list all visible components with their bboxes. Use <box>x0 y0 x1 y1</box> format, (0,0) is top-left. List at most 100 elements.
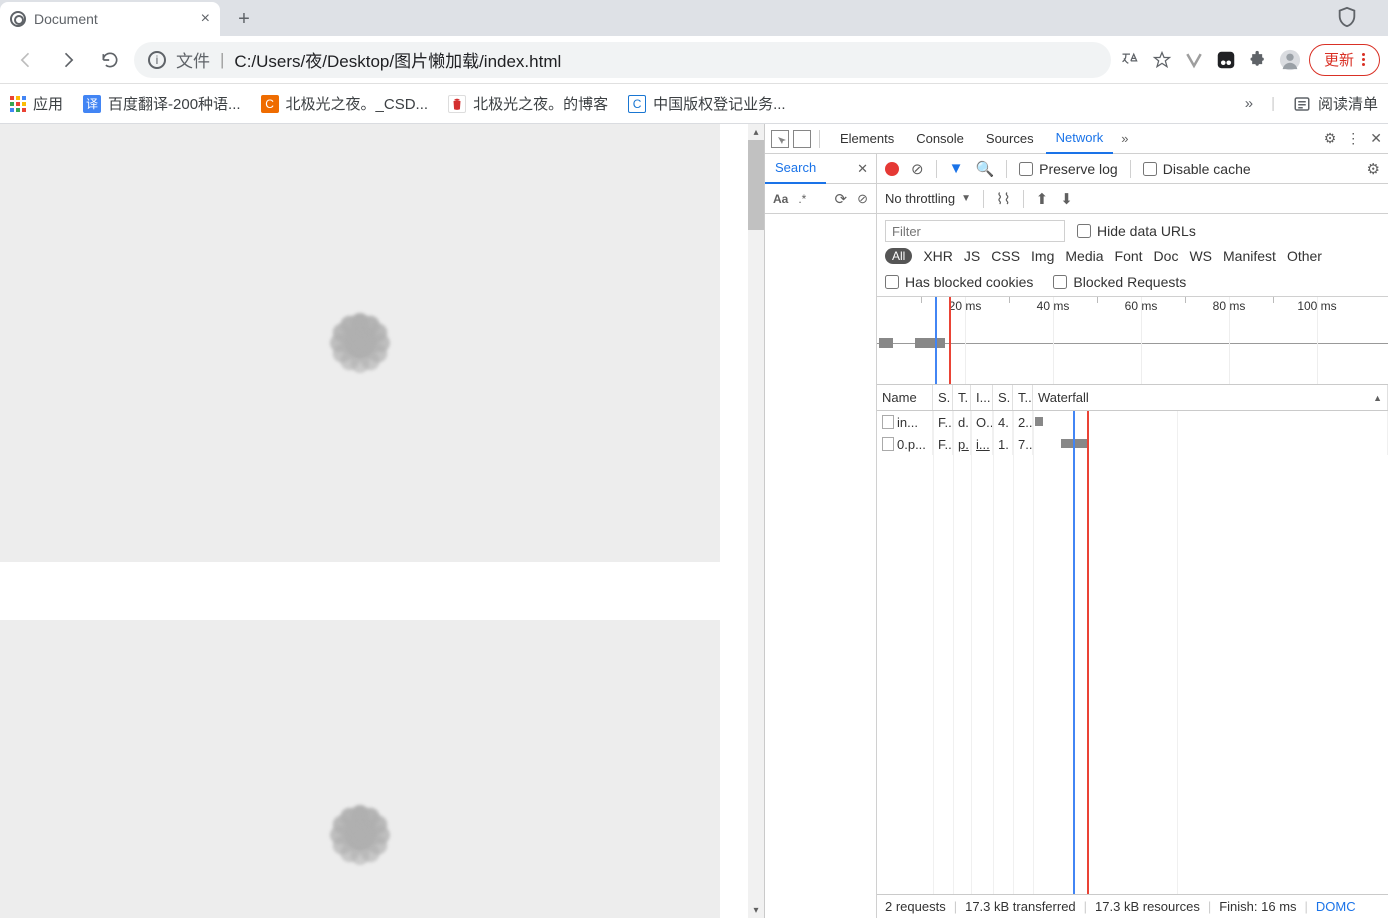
translate-icon[interactable] <box>1117 47 1143 73</box>
type-filter-doc[interactable]: Doc <box>1154 248 1179 264</box>
search-toggle-icon[interactable]: 🔍 <box>975 160 994 178</box>
devtools-settings-icon[interactable]: ⚙ <box>1324 130 1337 147</box>
type-filter-manifest[interactable]: Manifest <box>1223 248 1276 264</box>
devtools-tabs-overflow-icon[interactable]: » <box>1115 131 1134 146</box>
blocked-requests-checkbox[interactable]: Blocked Requests <box>1053 274 1186 290</box>
browser-tabbar: Document × + <box>0 0 1388 36</box>
preserve-log-label: Preserve log <box>1039 161 1118 177</box>
cell-type: d. <box>953 411 971 433</box>
type-filter-js[interactable]: JS <box>964 248 980 264</box>
loading-spinner-icon <box>280 263 440 423</box>
disable-cache-checkbox[interactable]: Disable cache <box>1143 161 1251 177</box>
col-name[interactable]: Name <box>877 385 933 410</box>
col-status[interactable]: S. <box>933 385 953 410</box>
omnibox[interactable]: i 文件 | C:/Users/夜/Desktop/图片懒加载/index.ht… <box>134 42 1111 78</box>
devtools-tab-elements[interactable]: Elements <box>830 124 904 154</box>
hide-data-urls-checkbox[interactable]: Hide data URLs <box>1077 223 1196 239</box>
scrollbar-thumb[interactable] <box>748 140 764 230</box>
cell-size: 1. <box>993 433 1013 455</box>
bookmark-item-1[interactable]: C 北极光之夜。_CSD... <box>261 93 429 114</box>
preserve-log-checkbox[interactable]: Preserve log <box>1019 161 1118 177</box>
network-settings-icon[interactable]: ⚙ <box>1367 160 1380 178</box>
search-close-icon[interactable]: ✕ <box>849 161 876 177</box>
status-resources: 17.3 kB resources <box>1095 899 1200 914</box>
bookmark-item-2[interactable]: 北极光之夜。的博客 <box>448 93 608 114</box>
type-filter-media[interactable]: Media <box>1065 248 1103 264</box>
devtools-tab-console[interactable]: Console <box>906 124 974 154</box>
regex-icon[interactable]: .* <box>798 192 806 206</box>
has-blocked-label: Has blocked cookies <box>905 274 1033 290</box>
scroll-up-icon[interactable]: ▴ <box>748 124 764 140</box>
bookmark-item-0[interactable]: 译 百度翻译-200种语... <box>83 93 241 114</box>
browser-tab[interactable]: Document × <box>0 2 220 36</box>
search-refresh-icon[interactable]: ⟳ <box>835 190 848 208</box>
filter-toggle-icon[interactable]: ▼ <box>949 160 964 177</box>
new-tab-button[interactable]: + <box>230 5 258 33</box>
devtools-tab-network[interactable]: Network <box>1046 124 1114 154</box>
clear-button-icon[interactable]: ⊘ <box>911 160 924 178</box>
extensions-puzzle-icon[interactable] <box>1245 47 1271 73</box>
type-filter-css[interactable]: CSS <box>991 248 1020 264</box>
update-button-label: 更新 <box>1324 49 1354 70</box>
offline-wifi-icon[interactable]: ⌇⌇ <box>996 190 1011 208</box>
reading-list-button[interactable]: 阅读清单 <box>1293 93 1378 114</box>
col-type[interactable]: T. <box>953 385 971 410</box>
devtools-search-drawer: Search ✕ Aa .* ⟳ ⊘ <box>765 154 877 918</box>
col-initiator[interactable]: I... <box>971 385 993 410</box>
type-filter-xhr[interactable]: XHR <box>923 248 953 264</box>
main-split: ▴ ▾ Elements Console Sources Network » ⚙… <box>0 124 1388 918</box>
type-filter-ws[interactable]: WS <box>1189 248 1212 264</box>
inspect-element-icon[interactable] <box>771 130 789 148</box>
col-time[interactable]: T... <box>1013 385 1033 410</box>
cell-time: 2... <box>1013 411 1033 433</box>
load-line <box>1087 411 1089 894</box>
match-case-icon[interactable]: Aa <box>773 192 788 206</box>
col-waterfall[interactable]: Waterfall▲ <box>1033 385 1388 410</box>
search-tab[interactable]: Search <box>765 154 826 184</box>
reload-button[interactable] <box>92 42 128 78</box>
devtools-close-icon[interactable]: ✕ <box>1370 130 1382 147</box>
profile-avatar-icon[interactable] <box>1277 47 1303 73</box>
type-filter-other[interactable]: Other <box>1287 248 1322 264</box>
timeline-tick: 20 ms <box>949 299 982 313</box>
bookmark-label: 百度翻译-200种语... <box>108 93 241 114</box>
bookmark-item-3[interactable]: C 中国版权登记业务... <box>628 93 786 114</box>
back-button[interactable] <box>8 42 44 78</box>
cell-initiator: O... <box>971 411 993 433</box>
extension-dots-icon[interactable] <box>1213 47 1239 73</box>
bookmark-star-icon[interactable] <box>1149 47 1175 73</box>
upload-har-icon[interactable]: ⬆ <box>1036 190 1049 208</box>
apps-button[interactable]: 应用 <box>10 93 63 114</box>
type-filter-font[interactable]: Font <box>1115 248 1143 264</box>
search-clear-icon[interactable]: ⊘ <box>857 191 868 207</box>
has-blocked-cookies-checkbox[interactable]: Has blocked cookies <box>885 274 1033 290</box>
throttling-dropdown[interactable]: No throttling ▼ <box>885 191 971 206</box>
filter-input[interactable] <box>885 220 1065 242</box>
privacy-shield-icon[interactable] <box>1336 6 1358 31</box>
page-scrollbar[interactable]: ▴ ▾ <box>748 124 764 918</box>
device-toolbar-icon[interactable] <box>793 130 811 148</box>
bookmark-favicon: C <box>261 95 279 113</box>
update-button[interactable]: 更新 <box>1309 44 1380 76</box>
download-har-icon[interactable]: ⬇ <box>1060 190 1073 208</box>
forward-button[interactable] <box>50 42 86 78</box>
type-filter-all[interactable]: All <box>885 248 912 264</box>
tab-close-icon[interactable]: × <box>201 10 210 28</box>
cell-type: p. <box>953 433 971 455</box>
bookmarks-bar: 应用 译 百度翻译-200种语... C 北极光之夜。_CSD... 北极光之夜… <box>0 84 1388 124</box>
apps-label: 应用 <box>33 93 63 114</box>
record-button[interactable] <box>885 162 899 176</box>
scroll-down-icon[interactable]: ▾ <box>748 902 764 918</box>
network-timeline[interactable]: 20 ms 40 ms 60 ms 80 ms 100 ms <box>877 297 1388 385</box>
devtools-tab-sources[interactable]: Sources <box>976 124 1044 154</box>
chevron-down-icon: ▼ <box>961 193 971 204</box>
network-type-filters: All XHR JS CSS Img Media Font Doc WS Man… <box>877 242 1388 270</box>
extension-v-icon[interactable] <box>1181 47 1207 73</box>
devtools-menu-icon[interactable]: ⋮ <box>1346 130 1360 147</box>
info-icon[interactable]: i <box>148 51 166 69</box>
timeline-tick: 40 ms <box>1037 299 1070 313</box>
type-filter-img[interactable]: Img <box>1031 248 1054 264</box>
col-size[interactable]: S. <box>993 385 1013 410</box>
bookmark-overflow-icon[interactable]: » <box>1245 95 1253 112</box>
timeline-tick: 60 ms <box>1125 299 1158 313</box>
